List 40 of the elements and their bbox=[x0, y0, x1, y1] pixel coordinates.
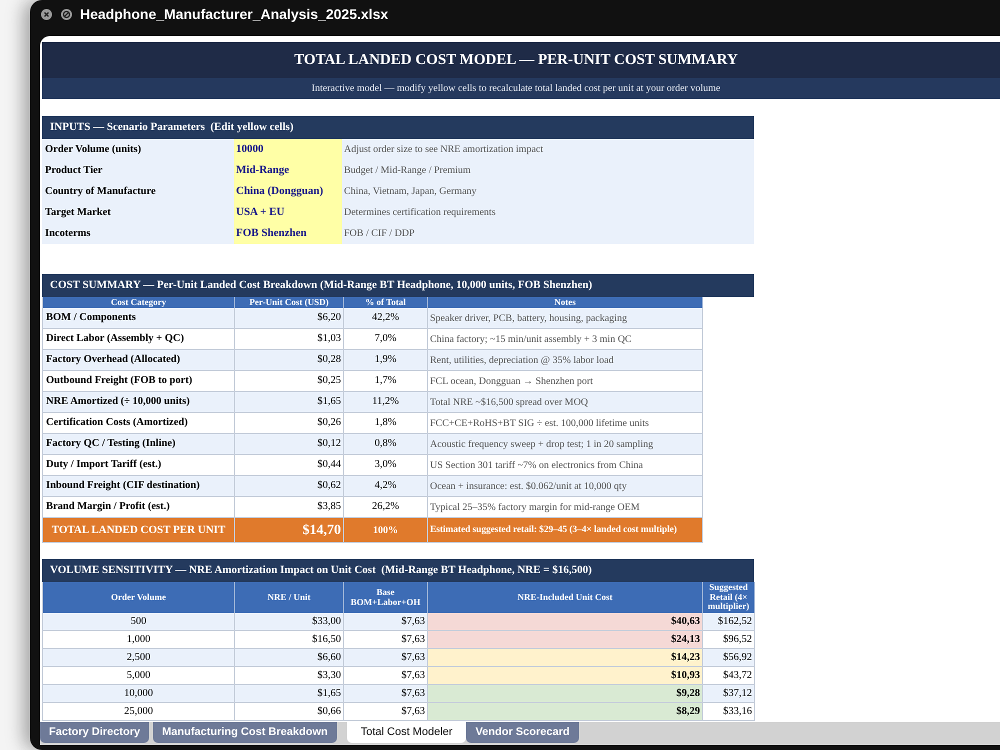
table-cell: $24,13 bbox=[428, 631, 703, 649]
table-cell: $40,63 bbox=[428, 613, 703, 631]
table-cell: $0,66 bbox=[235, 703, 344, 721]
parameter-label: Order Volume (units) bbox=[44, 142, 142, 157]
total-label: TOTAL LANDED COST PER UNIT bbox=[43, 518, 235, 543]
sheet-title: TOTAL LANDED COST MODEL — PER-UNIT COST SUMMARY bbox=[42, 42, 1000, 78]
input-cell[interactable]: 10000 bbox=[234, 139, 342, 160]
sheet-subtitle: Interactive model — modify yellow cells to recalculate total landed cost per unit at your order volume bbox=[42, 78, 1000, 99]
slash-circle-icon[interactable] bbox=[61, 8, 72, 20]
table-cell: $10,93 bbox=[428, 667, 703, 685]
sheet-tab[interactable]: Manufacturing Cost Breakdown bbox=[153, 722, 337, 743]
table-cell: $14,23 bbox=[428, 649, 703, 667]
parameter-label: Product Tier bbox=[44, 164, 104, 178]
input-cell[interactable]: Mid-Range bbox=[234, 160, 342, 181]
sheet-tab[interactable]: Vendor Scorecard bbox=[466, 722, 579, 743]
total-share: 100% bbox=[344, 518, 428, 543]
total-note: Estimated suggested retail: $29–45 (3–4× landed cost multiple) bbox=[428, 518, 703, 543]
close-icon[interactable] bbox=[41, 8, 52, 20]
parameter-note: Adjust order size to see NRE amortization impact bbox=[343, 143, 544, 157]
table-cell: $33,16 bbox=[703, 703, 755, 721]
sheet-tab[interactable]: Factory Directory bbox=[40, 722, 150, 743]
section-heading: COST SUMMARY — Per-Unit Landed Cost Breakdown (Mid-Range BT Headphone, 10,000 units, FOB Shenzhen) bbox=[42, 274, 754, 297]
window-title: Headphone_Manufacturer_Analysis_2025.xlsx bbox=[80, 4, 388, 24]
parameter-note: Budget / Mid-Range / Premium bbox=[343, 164, 472, 178]
parameter-note: Determines certification requirements bbox=[343, 206, 497, 220]
parameter-label: Target Market bbox=[44, 206, 112, 220]
parameter-label: Incoterms bbox=[44, 226, 92, 241]
input-cell[interactable]: FOB Shenzhen bbox=[234, 223, 342, 244]
input-cell[interactable]: USA + EU bbox=[234, 202, 342, 223]
sheet-tab[interactable]: Total Cost Modeler bbox=[346, 722, 466, 743]
parameter-note: China, Vietnam, Japan, Germany bbox=[343, 185, 478, 199]
table-cell: $9,28 bbox=[428, 685, 703, 703]
section-heading: VOLUME SENSITIVITY — NRE Amortization Impact on Unit Cost (Mid-Range BT Headphone, NRE = $16,500) bbox=[42, 559, 754, 582]
table-cell: $8,29 bbox=[428, 703, 703, 721]
total-cost: $14,70 bbox=[235, 518, 344, 543]
parameter-label: Country of Manufacture bbox=[44, 184, 157, 199]
input-cell[interactable]: China (Dongguan) bbox=[234, 181, 342, 202]
parameter-note: FOB / CIF / DDP bbox=[343, 227, 416, 241]
table-cell: 25,000 bbox=[43, 703, 235, 721]
section-heading: INPUTS — Scenario Parameters (Edit yellow cells) bbox=[42, 116, 754, 139]
